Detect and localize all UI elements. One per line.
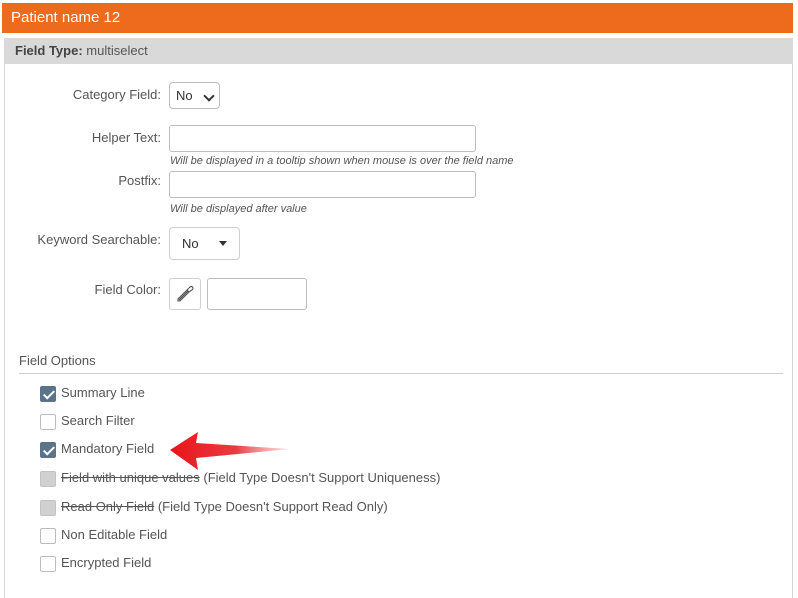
field-type-bar: Field Type: multiselect xyxy=(4,38,793,64)
field-type-label: Field Type: xyxy=(15,43,83,58)
field-color-label: Field Color: xyxy=(94,282,161,297)
panel-title: Patient name 12 xyxy=(2,3,793,33)
option-label: Mandatory Field xyxy=(61,441,155,456)
option-label: Summary Line xyxy=(61,385,145,400)
field-color-input[interactable] xyxy=(207,278,307,310)
option-text: Read Only Field (Field Type Doesn't Supp… xyxy=(61,499,388,514)
helper-text-hint: Will be displayed in a tooltip shown whe… xyxy=(170,155,514,167)
chevron-down-icon xyxy=(203,90,215,102)
option-label: Encrypted Field xyxy=(61,555,152,570)
helper-text-input[interactable] xyxy=(169,125,476,152)
category-field-label: Category Field: xyxy=(72,87,161,102)
field-options-title: Field Options xyxy=(19,353,96,368)
keyword-searchable-dropdown[interactable]: No xyxy=(169,227,240,260)
encrypted-checkbox[interactable] xyxy=(40,556,56,572)
unique-values-checkbox xyxy=(40,471,56,487)
read-only-checkbox xyxy=(40,500,56,516)
option-label: Search Filter xyxy=(61,413,135,428)
postfix-hint: Will be displayed after value xyxy=(170,203,307,215)
form-panel xyxy=(4,38,793,598)
category-field-select[interactable]: No xyxy=(169,82,220,109)
option-label: Non Editable Field xyxy=(61,527,168,542)
section-divider xyxy=(19,373,783,374)
field-type-value: multiselect xyxy=(86,43,148,58)
helper-text-label: Helper Text: xyxy=(91,130,161,145)
option-note: (Field Type Doesn't Support Read Only) xyxy=(154,499,388,514)
postfix-label: Postfix: xyxy=(118,173,161,188)
keyword-searchable-label: Keyword Searchable: xyxy=(37,232,161,247)
red-arrow-icon xyxy=(170,432,290,470)
caret-down-icon xyxy=(219,241,227,246)
mandatory-field-checkbox[interactable] xyxy=(40,442,56,458)
option-label: Read Only Field xyxy=(61,499,155,514)
postfix-input[interactable] xyxy=(169,171,476,198)
option-text: Field with unique values (Field Type Doe… xyxy=(61,470,440,485)
color-picker-button[interactable] xyxy=(169,278,201,310)
eyedropper-icon xyxy=(177,285,194,302)
category-field-value: No xyxy=(176,88,193,103)
search-filter-checkbox[interactable] xyxy=(40,414,56,430)
option-label: Field with unique values xyxy=(61,470,200,485)
keyword-searchable-value: No xyxy=(182,236,199,251)
non-editable-checkbox[interactable] xyxy=(40,528,56,544)
summary-line-checkbox[interactable] xyxy=(40,386,56,402)
option-note: (Field Type Doesn't Support Uniqueness) xyxy=(199,470,441,485)
